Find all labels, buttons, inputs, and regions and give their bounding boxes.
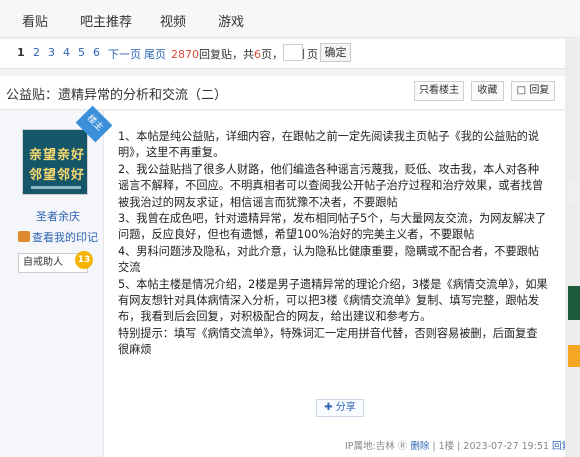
nav-tab-posts[interactable]: 看贴	[22, 11, 48, 30]
ip-location: IP属地:吉林	[345, 441, 395, 452]
post-content: 1、本帖是纯公益贴，详细内容，在跟帖之前一定先阅读我主页帖子《我的公益贴的说明》…	[118, 129, 548, 359]
member-badge[interactable]: 自戒助人 13	[18, 251, 93, 273]
sep-2: |	[457, 441, 461, 452]
post-floor-1: 亲望亲好 邻望邻好 楼主 圣者余庆 查看我的印记 自戒助人 13 1、本帖是纯公…	[0, 105, 571, 457]
pagination-bar: 1 2 3 4 5 6 下一页 尾页 2870回复贴，共6页，跳到 页 确定	[0, 39, 565, 69]
thread-title: 公益贴：遗精异常的分析和交流（二）	[6, 88, 228, 103]
author-name[interactable]: 圣者余庆	[36, 208, 80, 224]
page-1: 1	[17, 46, 25, 59]
nav-tab-recommend[interactable]: 吧主推荐	[80, 11, 132, 30]
thread-header: 公益贴：遗精异常的分析和交流（二） 只看楼主 收藏 □ 回复	[0, 76, 565, 110]
reply-icon: □	[516, 85, 527, 96]
reply-button[interactable]: □ 回复	[511, 81, 555, 101]
nav-tab-games[interactable]: 游戏	[218, 11, 244, 30]
page-2[interactable]: 2	[33, 46, 40, 59]
post-line-1: 1、本帖是纯公益贴，详细内容，在跟帖之前一定先阅读我主页帖子《我的公益贴的说明》…	[118, 130, 540, 160]
avatar[interactable]: 亲望亲好 邻望邻好	[22, 129, 88, 195]
post-line-3: 3、我曾在成色吧，针对遗精异常，发布相同帖子5个，与大量网友交流，为网友解决了问…	[118, 212, 547, 242]
page-3[interactable]: 3	[48, 46, 55, 59]
author-panel: 亲望亲好 邻望邻好 楼主 圣者余庆 查看我的印记 自戒助人 13	[0, 105, 113, 457]
post-meta: IP属地:吉林 Ⓡ 删除 | 1楼 | 2023-07-27 19:51 回复	[345, 438, 571, 452]
right-sidebar-card-1	[568, 180, 580, 202]
share-plus-icon: ✚	[324, 402, 333, 413]
post-time: 2023-07-27 19:51	[463, 441, 550, 452]
post-line-5: 5、本帖主楼是情况介绍，2楼是男子遗精异常的理论介绍，3楼是《病情交流单》，如果…	[118, 277, 548, 324]
last-page-link[interactable]: 尾页	[144, 46, 166, 62]
post-line-6: 特别提示：填写《病情交流单》，特殊词汇一定用拼音代替，否则容易被删，后面复查很麻…	[118, 326, 538, 357]
only-author-button[interactable]: 只看楼主	[414, 81, 464, 101]
right-sidebar-card-3	[568, 345, 580, 367]
page-unit-label: 页	[307, 48, 318, 61]
delete-icon: Ⓡ	[397, 441, 408, 452]
avatar-line-1: 亲望亲好	[29, 148, 86, 163]
avatar-line-2: 邻望邻好	[29, 168, 86, 183]
top-nav: 看贴 吧主推荐 视频 游戏	[0, 0, 580, 38]
jump-page-input[interactable]	[283, 44, 303, 61]
floor-number: 1楼	[438, 441, 455, 452]
delete-link[interactable]: 删除	[410, 441, 429, 452]
jump-ok-button[interactable]: 确定	[320, 43, 351, 62]
avatar-decoration	[31, 186, 81, 189]
nav-tab-video[interactable]: 视频	[160, 11, 186, 30]
badge-label: 自戒助人	[23, 257, 63, 268]
page-4[interactable]: 4	[63, 46, 70, 59]
sep-1: |	[432, 441, 436, 452]
page-6[interactable]: 6	[93, 46, 100, 59]
footprint-link[interactable]: 查看我的印记	[18, 229, 98, 245]
post-line-2: 2、我公益贴挡了很多人财路，他们编造各种谣言污蔑我，贬低、攻击我，本人对各种谣言…	[118, 162, 544, 209]
post-line-4: 4、男科问题涉及隐私，对此介意，认为隐私比健康重要，隐瞒或不配合者，不要跟帖交流	[118, 244, 540, 275]
footprint-icon	[18, 231, 30, 242]
page-5[interactable]: 5	[78, 46, 85, 59]
right-sidebar	[565, 39, 580, 457]
share-button[interactable]: ✚ 分享	[316, 399, 364, 417]
next-page-link[interactable]: 下一页	[108, 46, 141, 62]
level-icon: 13	[75, 251, 93, 269]
favorite-button[interactable]: 收藏	[471, 81, 504, 101]
right-sidebar-card-2	[568, 286, 580, 320]
